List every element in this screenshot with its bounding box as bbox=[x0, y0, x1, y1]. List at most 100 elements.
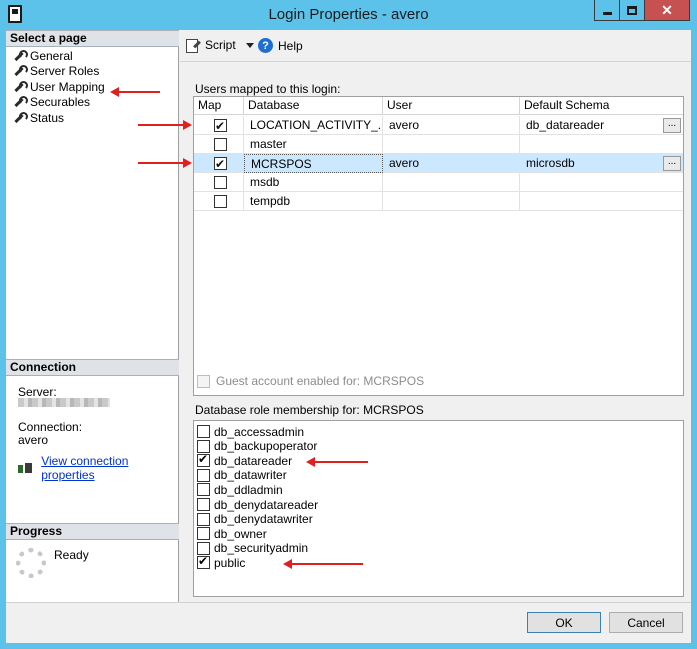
user-cell[interactable]: avero bbox=[383, 116, 520, 135]
map-checkbox[interactable] bbox=[214, 195, 227, 208]
sidebar-item-label: Status bbox=[30, 110, 65, 125]
wrench-icon bbox=[13, 81, 28, 92]
users-mapped-grid[interactable]: Map Database User Default Schema LOCATIO… bbox=[193, 96, 684, 396]
role-checkbox[interactable] bbox=[197, 541, 210, 555]
progress-header: Progress bbox=[6, 523, 179, 540]
map-checkbox[interactable] bbox=[214, 155, 227, 173]
close-icon: ✕ bbox=[661, 1, 673, 18]
dialog-client: Select a page General Server Roles User … bbox=[6, 30, 691, 643]
view-connection-properties-link[interactable]: View connection properties bbox=[41, 454, 178, 482]
default-schema-value: microsdb bbox=[526, 156, 575, 170]
user-cell[interactable] bbox=[383, 135, 520, 154]
database-cell[interactable]: msdb bbox=[244, 173, 383, 192]
database-cell[interactable]: tempdb bbox=[244, 192, 383, 211]
login-properties-window: Login Properties - avero ✕ Select a page… bbox=[0, 0, 697, 649]
server-name-redacted bbox=[18, 398, 110, 407]
title-bar[interactable]: Login Properties - avero ✕ bbox=[0, 0, 697, 30]
column-header-map[interactable]: Map bbox=[194, 97, 244, 115]
default-schema-cell[interactable] bbox=[520, 173, 683, 192]
map-checkbox[interactable] bbox=[214, 117, 227, 135]
user-cell[interactable]: avero bbox=[383, 154, 520, 173]
connection-header: Connection bbox=[6, 359, 179, 376]
map-cell bbox=[194, 154, 244, 173]
table-row[interactable]: LOCATION_ACTIVITY_...averodb_datareader.… bbox=[194, 116, 683, 135]
help-button[interactable]: ? Help bbox=[258, 38, 303, 53]
role-checkbox[interactable] bbox=[197, 527, 210, 541]
role-item-db-backupoperator[interactable]: db_backupoperator bbox=[197, 439, 317, 454]
role-checkbox[interactable] bbox=[197, 439, 210, 453]
default-schema-cell[interactable] bbox=[520, 135, 683, 154]
role-item-db-datawriter[interactable]: db_datawriter bbox=[197, 468, 287, 483]
role-item-db-accessadmin[interactable]: db_accessadmin bbox=[197, 424, 304, 439]
map-cell bbox=[194, 135, 244, 154]
sidebar-item-status[interactable]: Status bbox=[13, 110, 64, 125]
role-checkbox[interactable] bbox=[197, 452, 210, 468]
role-checkbox[interactable] bbox=[197, 512, 210, 526]
dialog-footer: OK Cancel bbox=[6, 602, 691, 643]
annotation-arrow bbox=[283, 559, 363, 569]
column-header-default-schema[interactable]: Default Schema bbox=[520, 97, 683, 115]
role-item-db-ddladmin[interactable]: db_ddladmin bbox=[197, 482, 283, 497]
server-label: Server: bbox=[18, 385, 57, 399]
users-mapped-label: Users mapped to this login: bbox=[195, 82, 341, 96]
role-checkbox[interactable] bbox=[197, 483, 210, 497]
default-schema-cell[interactable]: microsdb... bbox=[520, 154, 683, 173]
map-checkbox[interactable] bbox=[214, 138, 227, 151]
default-schema-cell[interactable]: db_datareader... bbox=[520, 116, 683, 135]
close-button[interactable]: ✕ bbox=[644, 0, 690, 21]
maximize-button[interactable] bbox=[619, 0, 645, 21]
script-button[interactable]: Script bbox=[186, 38, 254, 53]
default-schema-cell[interactable] bbox=[520, 192, 683, 211]
role-checkbox[interactable] bbox=[197, 468, 210, 482]
database-cell[interactable]: MCRSPOS bbox=[244, 154, 383, 173]
sidebar-item-securables[interactable]: Securables bbox=[13, 94, 90, 109]
table-row[interactable]: tempdb bbox=[194, 192, 683, 211]
map-cell bbox=[194, 173, 244, 192]
toolbar: Script ? Help bbox=[180, 30, 691, 62]
default-schema-value: db_datareader bbox=[526, 118, 605, 132]
map-checkbox[interactable] bbox=[214, 176, 227, 189]
role-membership-label: Database role membership for: MCRSPOS bbox=[195, 403, 424, 417]
left-panel: Select a page General Server Roles User … bbox=[6, 30, 179, 602]
sidebar-item-server-roles[interactable]: Server Roles bbox=[13, 63, 99, 78]
browse-schema-button[interactable]: ... bbox=[663, 156, 681, 171]
role-checkbox[interactable] bbox=[197, 425, 210, 438]
annotation-arrow bbox=[138, 158, 192, 168]
table-row[interactable]: msdb bbox=[194, 173, 683, 192]
view-connection-properties[interactable]: View connection properties bbox=[18, 454, 178, 482]
progress-status: Ready bbox=[54, 548, 89, 562]
table-row[interactable]: MCRSPOSaveromicrosdb... bbox=[194, 154, 683, 173]
select-page-header: Select a page bbox=[6, 30, 179, 47]
grid-header: Map Database User Default Schema bbox=[194, 97, 683, 115]
wrench-icon bbox=[13, 65, 28, 76]
role-item-db-owner[interactable]: db_owner bbox=[197, 526, 267, 541]
role-item-db-securityadmin[interactable]: db_securityadmin bbox=[197, 541, 308, 556]
browse-schema-button[interactable]: ... bbox=[663, 118, 681, 133]
sidebar-item-general[interactable]: General bbox=[13, 48, 73, 63]
role-checkbox[interactable] bbox=[197, 498, 210, 511]
user-cell[interactable] bbox=[383, 173, 520, 192]
script-icon bbox=[186, 38, 200, 53]
column-header-database[interactable]: Database bbox=[244, 97, 383, 115]
role-label: db_datawriter bbox=[214, 468, 287, 483]
map-cell bbox=[194, 192, 244, 211]
role-membership-list[interactable]: db_accessadmindb_backupoperatordb_datare… bbox=[193, 420, 684, 597]
role-checkbox[interactable] bbox=[197, 554, 210, 570]
table-row[interactable]: master bbox=[194, 135, 683, 154]
role-item-db-datareader[interactable]: db_datareader bbox=[197, 452, 292, 468]
window-title: Login Properties - avero bbox=[268, 6, 429, 23]
database-cell[interactable]: LOCATION_ACTIVITY_... bbox=[244, 116, 383, 135]
cancel-button[interactable]: Cancel bbox=[609, 612, 683, 633]
sidebar-item-user-mapping[interactable]: User Mapping bbox=[13, 79, 105, 94]
role-item-public[interactable]: public bbox=[197, 554, 245, 570]
help-icon: ? bbox=[258, 38, 273, 53]
role-item-db-denydatareader[interactable]: db_denydatareader bbox=[197, 497, 318, 512]
user-cell[interactable] bbox=[383, 192, 520, 211]
role-item-db-denydatawriter[interactable]: db_denydatawriter bbox=[197, 512, 313, 527]
minimize-button[interactable] bbox=[594, 0, 620, 21]
chevron-down-icon[interactable] bbox=[245, 42, 254, 48]
ok-button[interactable]: OK bbox=[527, 612, 601, 633]
column-header-user[interactable]: User bbox=[383, 97, 520, 115]
sidebar-item-label: General bbox=[30, 48, 73, 63]
database-cell[interactable]: master bbox=[244, 135, 383, 154]
